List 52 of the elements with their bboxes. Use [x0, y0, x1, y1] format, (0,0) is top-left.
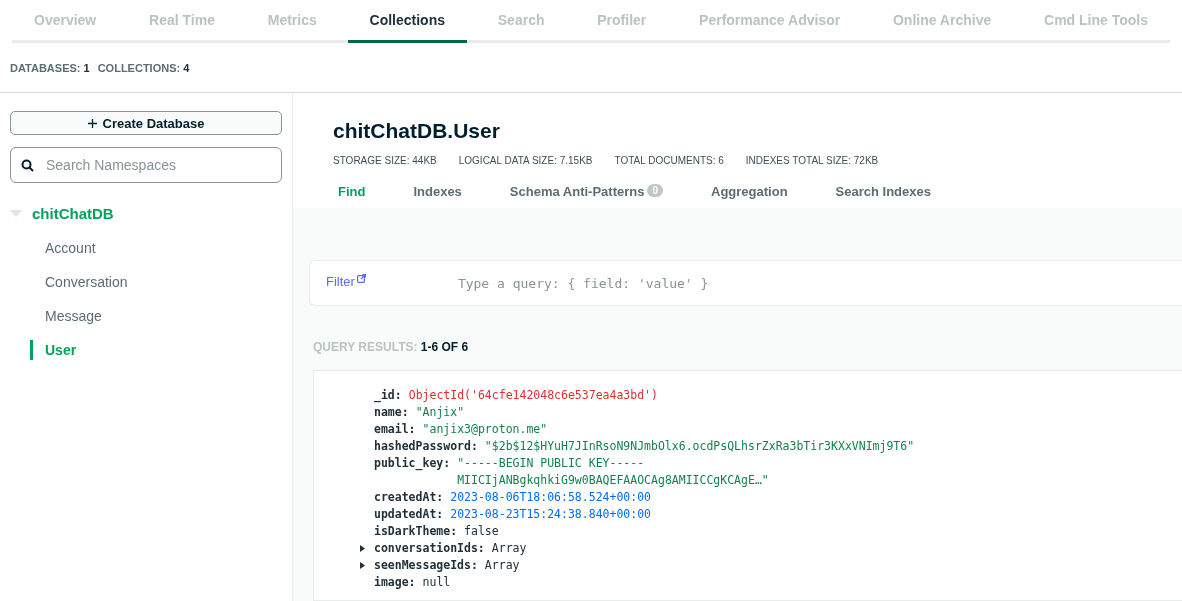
- stat-label: INDEXES TOTAL SIZE: 72KB: [745, 155, 879, 166]
- field-key: name:: [374, 404, 409, 421]
- field-key: updatedAt:: [374, 506, 444, 523]
- field-value: ObjectId('64cfe142048c6e537ea4a3bd'): [408, 387, 658, 404]
- stat-label: TOTAL DOCUMENTS: 6: [614, 155, 724, 166]
- database-item[interactable]: chitChatDB: [10, 205, 282, 222]
- create-database-button[interactable]: Create Database: [10, 111, 282, 135]
- filter-link[interactable]: Filter: [326, 273, 366, 289]
- count-label: DATABASES: 1: [10, 61, 90, 74]
- search-icon: [21, 158, 34, 172]
- field-value: Array: [484, 557, 520, 574]
- stat-label: LOGICAL DATA SIZE: 7.15KB: [458, 155, 593, 166]
- field-value: "anjix3@proton.me": [422, 421, 548, 438]
- field-key: conversationIds:: [374, 540, 485, 557]
- field-value: null: [422, 574, 451, 591]
- count-label: COLLECTIONS: 4: [97, 61, 190, 74]
- field-value: 2023-08-06T18:06:58.524+00:00: [450, 489, 652, 506]
- collection-item[interactable]: Conversation: [30, 272, 282, 292]
- nav-tab[interactable]: Collections: [347, 0, 467, 43]
- collection-tab[interactable]: Search Indexes: [835, 180, 931, 208]
- caret-icon[interactable]: [360, 562, 366, 569]
- field-value: "-----BEGIN PUBLIC KEY----- MIICIjANBgkqhkiG9w0BAQEFAAOCAg8AMIICCgKCAgE…": [457, 455, 769, 489]
- collection-tab[interactable]: Find: [338, 180, 366, 208]
- field-value: 2023-08-23T15:24:38.840+00:00: [450, 506, 652, 523]
- collection-tab[interactable]: Indexes: [413, 180, 462, 208]
- plus-icon: [87, 118, 97, 128]
- field-key: createdAt:: [374, 489, 444, 506]
- collection-item[interactable]: Account: [30, 238, 282, 258]
- field-key: public_key:: [374, 455, 451, 489]
- field-value: "$2b$12$HYuH7JInRsoN9NJmbOlx6.ocdPsQLhsrZxRa3bTir3KXxVNImj9T6": [484, 438, 915, 455]
- field-value: false: [464, 523, 499, 540]
- query-results-label: QUERY RESULTS: 1-6 OF 6: [313, 340, 470, 354]
- collection-tab[interactable]: Schema Anti-Patterns 0: [509, 180, 664, 208]
- collection-item[interactable]: Message: [30, 306, 282, 326]
- field-key: isDarkTheme:: [374, 523, 458, 540]
- search-field[interactable]: Search Namespaces: [10, 147, 282, 183]
- collection-item[interactable]: User: [30, 340, 282, 360]
- caret-icon: [10, 210, 22, 217]
- filter-bar[interactable]: Filter Type a query: { field: 'value' }: [309, 260, 1182, 306]
- field-key: _id:: [374, 387, 402, 404]
- stat-label: STORAGE SIZE: 44KB: [333, 155, 437, 166]
- count-badge: 0: [647, 184, 664, 197]
- field-key: seenMessageIds:: [374, 557, 478, 574]
- field-key: image:: [374, 574, 416, 591]
- field-value: Array: [491, 540, 527, 557]
- field-value: "Anjix": [415, 404, 465, 421]
- external-link-icon: [356, 273, 366, 283]
- field-key: email:: [374, 421, 416, 438]
- collection-title: chitChatDB.User: [333, 119, 501, 143]
- field-key: hashedPassword:: [374, 438, 478, 455]
- caret-icon[interactable]: [360, 545, 366, 552]
- collection-tab[interactable]: Aggregation: [711, 180, 788, 208]
